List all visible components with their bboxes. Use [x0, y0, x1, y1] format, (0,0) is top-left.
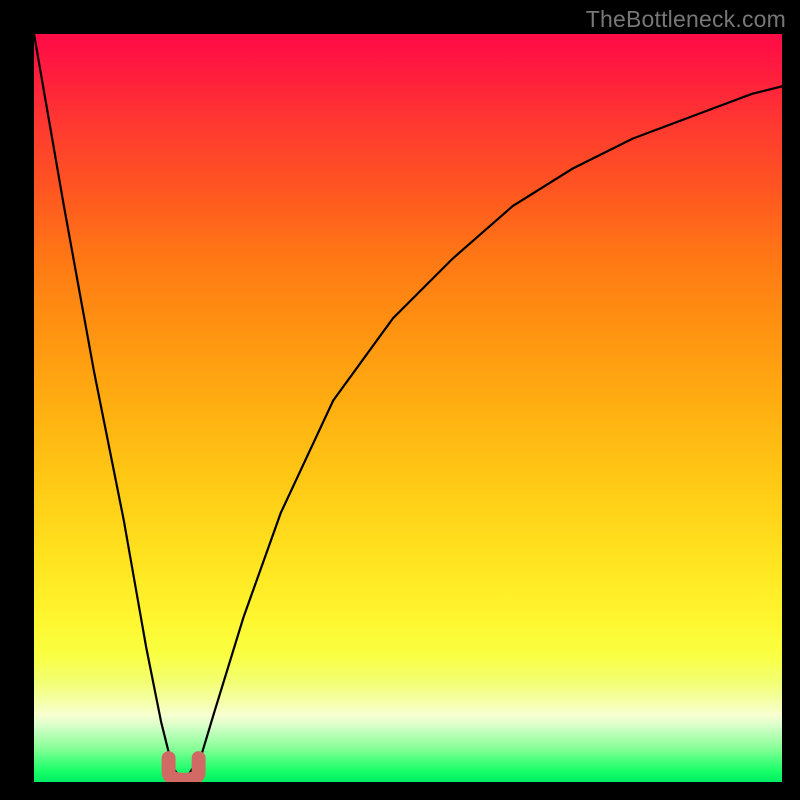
watermark-text: TheBottleneck.com	[586, 6, 786, 33]
chart-frame: TheBottleneck.com	[0, 0, 800, 800]
bottleneck-curve-left	[34, 34, 184, 782]
minimum-marker-u	[169, 758, 199, 780]
bottleneck-curve-right	[184, 86, 782, 782]
curve-layer	[34, 34, 782, 782]
plot-area	[34, 34, 782, 782]
